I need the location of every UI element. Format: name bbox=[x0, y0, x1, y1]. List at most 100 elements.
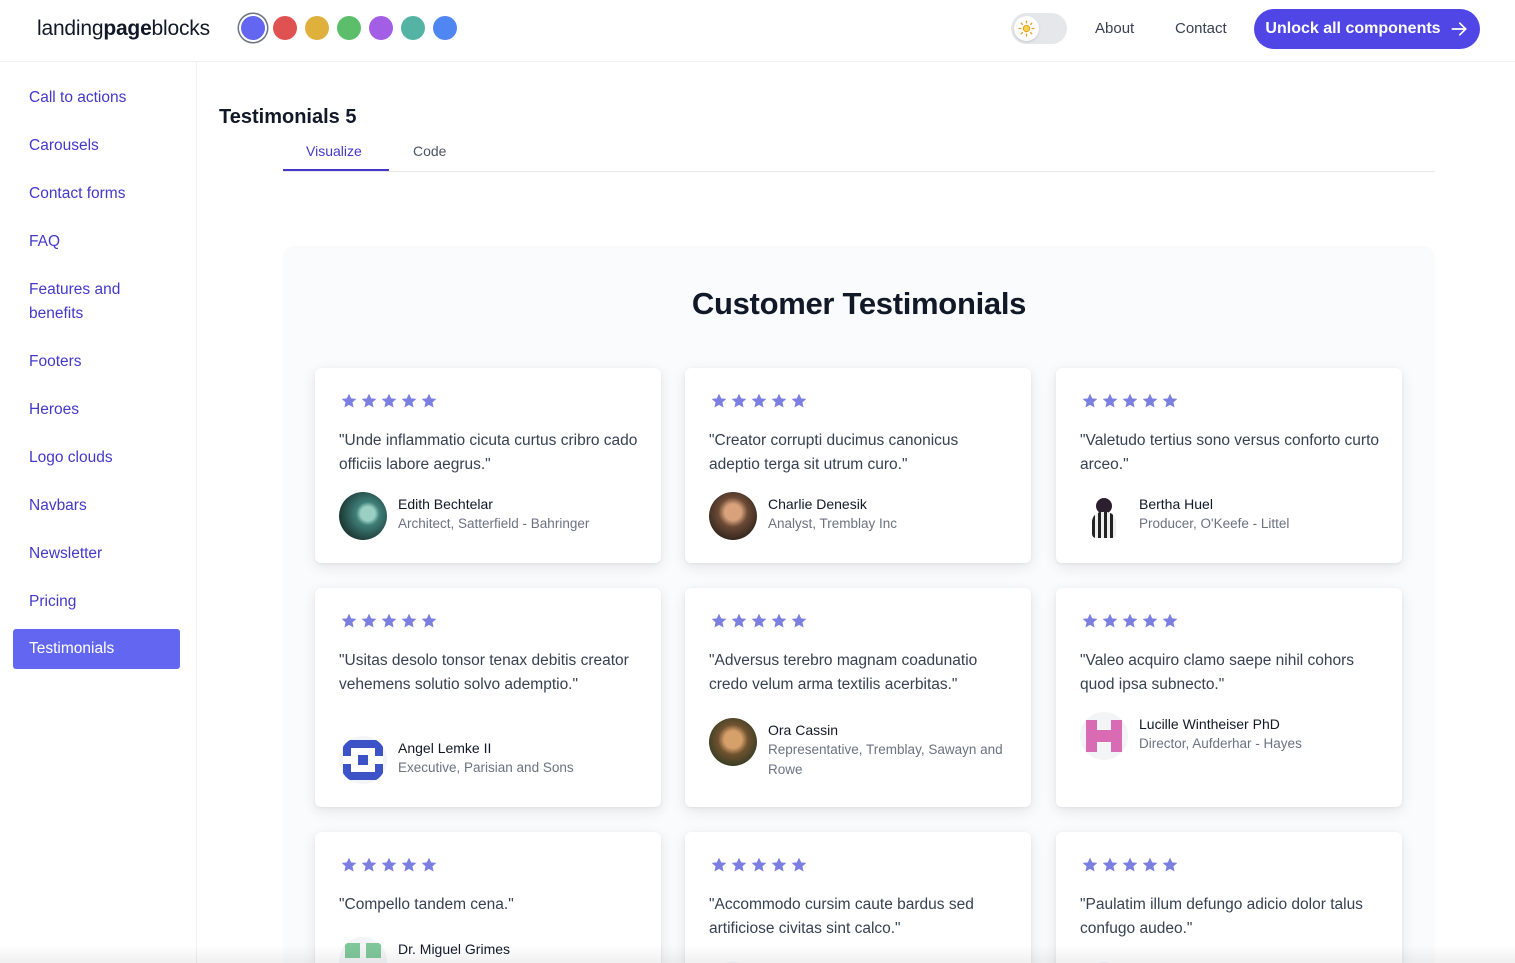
color-swatch[interactable] bbox=[273, 16, 297, 40]
star-icon bbox=[380, 612, 398, 630]
star-icon bbox=[1081, 856, 1099, 874]
about-link[interactable]: About bbox=[1095, 20, 1134, 37]
author-name: Bertha Huel bbox=[1139, 496, 1213, 512]
star-icon bbox=[730, 612, 748, 630]
author-details: Lucille Wintheiser PhD Director, Aufderha… bbox=[1139, 712, 1375, 754]
star-icon bbox=[1141, 612, 1159, 630]
star-icon bbox=[420, 612, 438, 630]
star-icon bbox=[770, 392, 788, 410]
star-icon bbox=[400, 856, 418, 874]
testimonial-quote: "Usitas desolo tonsor tenax debitis crea… bbox=[339, 652, 629, 693]
star-icon bbox=[420, 856, 438, 874]
sidebar-item-pricing[interactable]: Pricing bbox=[13, 590, 180, 614]
star-icon bbox=[790, 392, 808, 410]
testimonial-card: "Valeo acquiro clamo saepe nihil cohors … bbox=[1056, 588, 1402, 807]
author-details: Ora Cassin Representative, Tremblay, Sawa… bbox=[768, 718, 1004, 780]
author-details: Edith Bechtelar Architect, Satterfield - … bbox=[398, 492, 634, 534]
star-icon bbox=[1101, 612, 1119, 630]
avatar bbox=[709, 718, 757, 766]
color-swatch[interactable] bbox=[337, 16, 361, 40]
color-swatch[interactable] bbox=[369, 16, 393, 40]
arrow-right-icon bbox=[1451, 22, 1467, 36]
author-name: Lucille Wintheiser PhD bbox=[1139, 716, 1280, 732]
star-icon bbox=[360, 612, 378, 630]
theme-toggle[interactable] bbox=[1011, 13, 1067, 44]
author-name: Charlie Denesik bbox=[768, 496, 867, 512]
star-rating bbox=[710, 612, 808, 630]
sidebar-item-testimonials[interactable]: Testimonials bbox=[13, 629, 180, 669]
testimonial-quote: "Adversus terebro magnam coadunatio cred… bbox=[709, 652, 978, 693]
page-title: Testimonials 5 bbox=[219, 106, 357, 128]
sidebar-item-heroes[interactable]: Heroes bbox=[13, 398, 180, 422]
scroll-shadow bbox=[0, 945, 1515, 963]
testimonial-author: Bertha Huel Producer, O'Keefe - Littel bbox=[1080, 492, 1375, 540]
star-icon bbox=[1161, 392, 1179, 410]
active-tab-indicator bbox=[283, 169, 389, 171]
star-rating bbox=[340, 612, 438, 630]
star-icon bbox=[1121, 392, 1139, 410]
star-icon bbox=[340, 392, 358, 410]
star-icon bbox=[380, 856, 398, 874]
sidebar-item-navbars[interactable]: Navbars bbox=[13, 494, 180, 518]
section-title: Customer Testimonials bbox=[691, 286, 1027, 321]
color-theme-swatches bbox=[241, 16, 457, 40]
unlock-components-button[interactable]: Unlock all components bbox=[1254, 9, 1480, 49]
testimonial-card: "Unde inflammatio cicuta curtus cribro c… bbox=[315, 368, 661, 563]
star-icon bbox=[730, 856, 748, 874]
author-role: Analyst, Tremblay Inc bbox=[768, 516, 898, 531]
author-role: Producer, O'Keefe - Littel bbox=[1139, 516, 1290, 531]
star-icon bbox=[1141, 392, 1159, 410]
star-rating bbox=[1081, 612, 1179, 630]
star-icon bbox=[340, 856, 358, 874]
star-icon bbox=[1161, 856, 1179, 874]
sidebar-item-footers[interactable]: Footers bbox=[13, 350, 180, 374]
star-icon bbox=[710, 856, 728, 874]
sidebar-item-carousels[interactable]: Carousels bbox=[13, 134, 180, 158]
sidebar-item-features-and-benefits[interactable]: Features and benefits bbox=[13, 278, 180, 326]
color-swatch[interactable] bbox=[305, 16, 329, 40]
testimonial-card: "Accommodo cursim caute bardus sed artif… bbox=[685, 832, 1031, 963]
tab-code[interactable]: Code bbox=[413, 143, 446, 159]
star-icon bbox=[750, 392, 768, 410]
sidebar-item-newsletter[interactable]: Newsletter bbox=[13, 542, 180, 566]
color-swatch[interactable] bbox=[401, 16, 425, 40]
star-icon bbox=[1101, 392, 1119, 410]
author-details: Charlie Denesik Analyst, Tremblay Inc bbox=[768, 492, 1004, 534]
testimonial-quote: "Unde inflammatio cicuta curtus cribro c… bbox=[339, 432, 638, 473]
testimonial-quote: "Compello tandem cena." bbox=[339, 896, 514, 913]
contact-link[interactable]: Contact bbox=[1175, 20, 1227, 37]
testimonial-card: "Paulatim illum defungo adicio dolor tal… bbox=[1056, 832, 1402, 963]
tab-visualize[interactable]: Visualize bbox=[306, 143, 362, 159]
testimonial-quote: "Valetudo tertius sono versus conforto c… bbox=[1080, 432, 1380, 473]
sidebar: Call to actions Carousels Contact forms … bbox=[0, 62, 197, 963]
avatar bbox=[339, 492, 387, 540]
star-icon bbox=[420, 392, 438, 410]
star-icon bbox=[340, 612, 358, 630]
sidebar-item-faq[interactable]: FAQ bbox=[13, 230, 180, 254]
top-navbar: landingpageblocks About Contact Unlock a… bbox=[0, 0, 1515, 62]
color-swatch[interactable] bbox=[241, 16, 265, 40]
color-swatch[interactable] bbox=[433, 16, 457, 40]
star-rating bbox=[1081, 392, 1179, 410]
logo-text-part: landing bbox=[37, 17, 104, 40]
star-rating bbox=[710, 856, 808, 874]
star-icon bbox=[360, 856, 378, 874]
star-icon bbox=[710, 612, 728, 630]
star-rating bbox=[710, 392, 808, 410]
testimonial-author: Lucille Wintheiser PhD Director, Aufderha… bbox=[1080, 712, 1375, 760]
sidebar-item-logo-clouds[interactable]: Logo clouds bbox=[13, 446, 180, 470]
star-icon bbox=[1121, 856, 1139, 874]
sidebar-item-call-to-actions[interactable]: Call to actions bbox=[13, 86, 180, 110]
sidebar-item-contact-forms[interactable]: Contact forms bbox=[13, 182, 180, 206]
avatar bbox=[1080, 712, 1128, 760]
star-icon bbox=[750, 612, 768, 630]
star-rating bbox=[1081, 856, 1179, 874]
author-name: Edith Bechtelar bbox=[398, 496, 493, 512]
testimonial-card: "Creator corrupti ducimus canonicus adep… bbox=[685, 368, 1031, 563]
author-name: Ora Cassin bbox=[768, 722, 839, 738]
testimonial-quote: "Paulatim illum defungo adicio dolor tal… bbox=[1080, 896, 1363, 937]
author-role: Executive, Parisian and Sons bbox=[398, 760, 574, 775]
star-icon bbox=[1161, 612, 1179, 630]
site-logo[interactable]: landingpageblocks bbox=[37, 17, 210, 41]
star-icon bbox=[400, 612, 418, 630]
